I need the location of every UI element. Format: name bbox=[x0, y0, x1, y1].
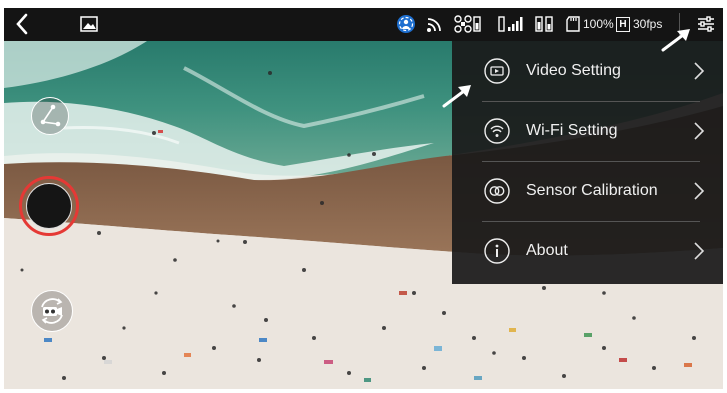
drone-battery-status bbox=[454, 12, 482, 36]
annotation-arrow-icon bbox=[442, 85, 471, 108]
waypoint-path-icon bbox=[40, 104, 61, 127]
gps-status bbox=[396, 12, 416, 36]
info-icon bbox=[484, 238, 510, 264]
camera-viewport: 100% H 30fps Video Setting Wi-Fi Setting… bbox=[4, 8, 723, 389]
image-icon bbox=[80, 16, 98, 32]
chevron-left-icon bbox=[16, 13, 28, 35]
frame-rate: 30fps bbox=[633, 17, 663, 31]
chevron-right-icon bbox=[694, 122, 705, 140]
chevron-right-icon bbox=[694, 182, 705, 200]
sliders-icon bbox=[698, 16, 714, 32]
record-button[interactable] bbox=[19, 176, 79, 236]
drone-icon bbox=[454, 15, 481, 33]
wifi-icon bbox=[484, 118, 510, 144]
chevron-right-icon bbox=[694, 242, 705, 260]
storage-status: 100% bbox=[566, 12, 614, 36]
video-icon bbox=[484, 58, 510, 84]
status-bar: 100% H 30fps bbox=[4, 8, 723, 41]
sd-card-icon bbox=[566, 16, 580, 32]
back-button[interactable] bbox=[14, 12, 30, 36]
video-mode-status: H 30fps bbox=[616, 12, 662, 36]
menu-item-label: Sensor Calibration bbox=[526, 182, 658, 199]
menu-item-wifi-setting[interactable]: Wi-Fi Setting bbox=[452, 101, 723, 161]
controller-battery-status bbox=[535, 12, 555, 36]
annotation-arrow-icon bbox=[661, 29, 690, 52]
flight-path-button[interactable] bbox=[31, 97, 69, 135]
menu-item-about[interactable]: About bbox=[452, 221, 723, 281]
battery-percent: 100% bbox=[583, 17, 614, 31]
gps-icon bbox=[397, 15, 415, 33]
resolution-badge: H bbox=[616, 16, 630, 32]
menu-item-label: Wi-Fi Setting bbox=[526, 122, 618, 139]
settings-button[interactable] bbox=[697, 12, 715, 36]
camera-switch-icon bbox=[41, 298, 63, 324]
menu-item-label: Video Setting bbox=[526, 62, 621, 79]
menu-item-sensor-calibration[interactable]: Sensor Calibration bbox=[452, 161, 723, 221]
chevron-right-icon bbox=[694, 62, 705, 80]
gallery-button[interactable] bbox=[80, 12, 98, 36]
calibration-icon bbox=[484, 178, 510, 204]
battery-pair-icon bbox=[535, 16, 553, 32]
settings-menu: Video Setting Wi-Fi Setting Sensor Calib… bbox=[452, 41, 723, 284]
remote-signal-status bbox=[498, 12, 524, 36]
signal-bars-icon bbox=[498, 16, 523, 32]
wifi-signal-icon bbox=[427, 18, 441, 32]
menu-item-label: About bbox=[526, 242, 568, 259]
signal-status bbox=[426, 12, 444, 36]
record-icon bbox=[26, 183, 72, 229]
camera-switch-button[interactable] bbox=[31, 290, 73, 332]
